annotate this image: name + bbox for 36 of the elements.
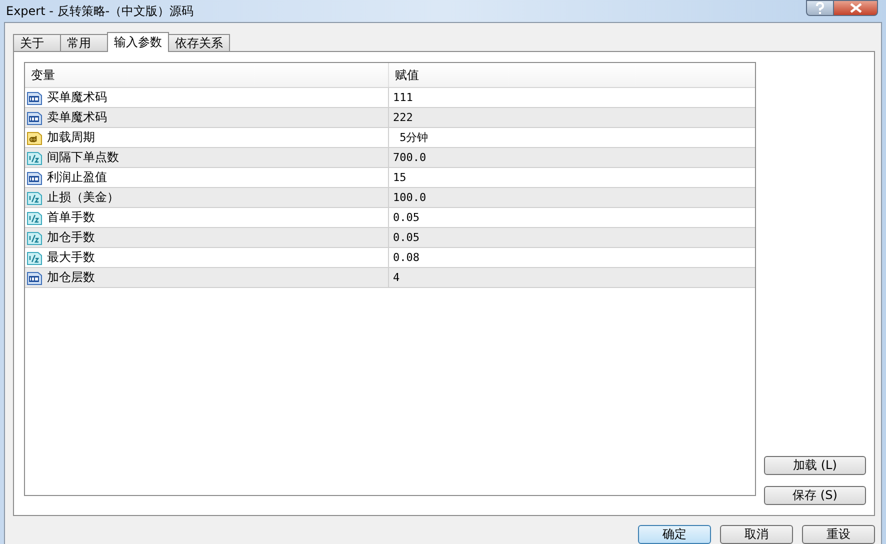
- parameter-value[interactable]: 700.0: [389, 148, 755, 167]
- parameter-value[interactable]: 4: [389, 268, 755, 287]
- parameter-name: 利润止盈值: [47, 169, 107, 186]
- parameter-value[interactable]: 222: [389, 108, 755, 127]
- load-button[interactable]: 加载 (L): [764, 456, 866, 475]
- help-icon: [815, 2, 825, 14]
- tab[interactable]: 常用: [60, 34, 108, 51]
- help-button[interactable]: [806, 0, 833, 16]
- parameter-name: 最大手数: [47, 249, 95, 266]
- parameter-name: 间隔下单点数: [47, 149, 119, 166]
- tab[interactable]: 关于: [13, 34, 61, 51]
- column-header[interactable]: 变量: [25, 63, 389, 87]
- parameter-name: 加仓层数: [47, 269, 95, 286]
- dialog-button[interactable]: 重设: [802, 525, 875, 544]
- parameter-value[interactable]: 15: [389, 168, 755, 187]
- parameter-name: 卖单魔术码: [47, 109, 107, 126]
- parameter-value[interactable]: 0.05: [389, 208, 755, 227]
- column-header[interactable]: 赋值: [389, 63, 755, 87]
- parameter-value[interactable]: 5分钟: [389, 128, 755, 147]
- tab[interactable]: 依存关系: [168, 34, 230, 51]
- parameter-value[interactable]: 0.05: [389, 228, 755, 247]
- window-title: Expert - 反转策略-（中文版）源码: [6, 3, 195, 20]
- parameter-value[interactable]: 100.0: [389, 188, 755, 207]
- close-button[interactable]: [833, 0, 878, 16]
- dialog-button[interactable]: 取消: [720, 525, 793, 544]
- parameter-value[interactable]: 111: [389, 88, 755, 107]
- parameter-name: 止损（美金）: [47, 189, 119, 206]
- tab[interactable]: 输入参数: [107, 32, 169, 52]
- dialog-button[interactable]: 确定: [638, 525, 711, 544]
- parameter-name: 买单魔术码: [47, 89, 107, 106]
- close-icon: [850, 3, 862, 13]
- parameter-name: 加载周期: [47, 129, 95, 146]
- parameter-name: 首单手数: [47, 209, 95, 226]
- parameter-name: 加仓手数: [47, 229, 95, 246]
- save-button[interactable]: 保存 (S): [764, 486, 866, 505]
- parameter-value[interactable]: 0.08: [389, 248, 755, 267]
